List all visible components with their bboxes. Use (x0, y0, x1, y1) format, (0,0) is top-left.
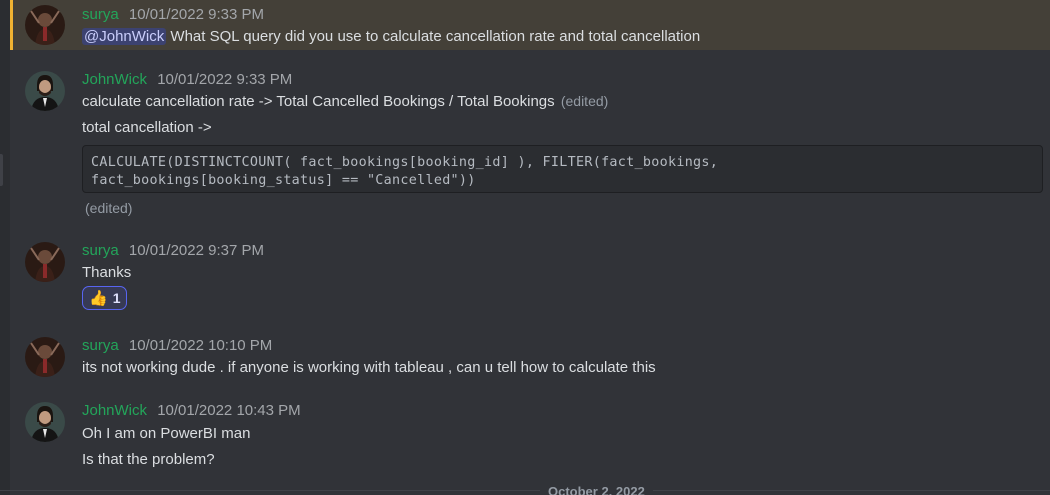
message-surya-tableau[interactable]: surya 10/01/2022 10:10 PM its not workin… (10, 328, 1050, 383)
date-divider-label: October 2, 2022 (540, 484, 653, 495)
message-header: surya 10/01/2022 9:33 PM (82, 6, 264, 23)
thumbs-up-icon: 👍 (89, 289, 108, 307)
johnwick-avatar-icon (25, 71, 65, 111)
message-line: Oh I am on PowerBI man (82, 425, 250, 442)
user-mention[interactable]: @JohnWick (82, 28, 167, 45)
reaction-thumbs-up[interactable]: 👍 1 (82, 286, 128, 310)
message-header: JohnWick 10/01/2022 10:43 PM (82, 402, 301, 419)
username[interactable]: surya (82, 337, 119, 354)
message-header: surya 10/01/2022 9:37 PM (82, 242, 264, 259)
message-header: surya 10/01/2022 10:10 PM (82, 337, 272, 354)
message-line: calculate cancellation rate -> Total Can… (82, 93, 608, 110)
code-block[interactable]: CALCULATE(DISTINCTCOUNT( fact_bookings[b… (82, 145, 1043, 193)
message-text: Oh I am on PowerBI man (82, 425, 251, 442)
edited-marker: (edited) (85, 200, 133, 216)
username[interactable]: JohnWick (82, 71, 147, 88)
message-text: total cancellation -> (82, 119, 212, 136)
avatar-surya[interactable] (25, 242, 65, 282)
message-surya-thanks[interactable]: surya 10/01/2022 9:37 PM Thanks 👍 1 (10, 232, 1050, 317)
rail-scroll-nub[interactable] (0, 154, 3, 186)
message-text: Thanks (82, 264, 132, 281)
surya-avatar-icon (25, 5, 65, 45)
username[interactable]: surya (82, 242, 119, 259)
message-text: Is that the problem? (82, 451, 215, 468)
timestamp[interactable]: 10/01/2022 10:43 PM (157, 402, 300, 419)
username[interactable]: JohnWick (82, 402, 147, 419)
surya-avatar-icon (25, 337, 65, 377)
code-line: CALCULATE(DISTINCTCOUNT( fact_bookings[b… (91, 155, 719, 170)
code-line: fact_bookings[booking_status] == "Cancel… (91, 173, 476, 188)
message-line: total cancellation -> (82, 119, 212, 136)
message-text: What SQL query did you use to calculate … (166, 28, 701, 45)
avatar-johnwick[interactable] (25, 402, 65, 442)
edited-marker: (edited) (560, 93, 609, 109)
timestamp[interactable]: 10/01/2022 9:33 PM (157, 71, 292, 88)
message-header: JohnWick 10/01/2022 9:33 PM (82, 71, 292, 88)
avatar-johnwick[interactable] (25, 71, 65, 111)
message-johnwick-powerbi[interactable]: JohnWick 10/01/2022 10:43 PM Oh I am on … (10, 392, 1050, 477)
message-content: @JohnWick What SQL query did you use to … (82, 28, 700, 45)
avatar-surya[interactable] (25, 337, 65, 377)
chat-message-list[interactable]: surya 10/01/2022 9:33 PM @JohnWick What … (0, 0, 1050, 495)
johnwick-avatar-icon (25, 402, 65, 442)
reaction-count: 1 (112, 290, 121, 306)
message-surya-mention[interactable]: surya 10/01/2022 9:33 PM @JohnWick What … (10, 0, 1050, 50)
date-divider-line (0, 490, 1050, 491)
left-rail (0, 0, 10, 495)
timestamp[interactable]: 10/01/2022 10:10 PM (129, 337, 272, 354)
message-text: calculate cancellation rate -> Total Can… (82, 93, 555, 110)
timestamp[interactable]: 10/01/2022 9:33 PM (129, 6, 264, 23)
avatar-surya[interactable] (25, 5, 65, 45)
message-line: Is that the problem? (82, 451, 215, 468)
timestamp[interactable]: 10/01/2022 9:37 PM (129, 242, 264, 259)
message-line: its not working dude . if anyone is work… (82, 359, 656, 376)
message-johnwick-query[interactable]: JohnWick 10/01/2022 9:33 PM calculate ca… (10, 60, 1050, 225)
surya-avatar-icon (25, 242, 65, 282)
message-line: Thanks (82, 264, 131, 281)
username[interactable]: surya (82, 6, 119, 23)
message-text: its not working dude . if anyone is work… (82, 359, 656, 376)
